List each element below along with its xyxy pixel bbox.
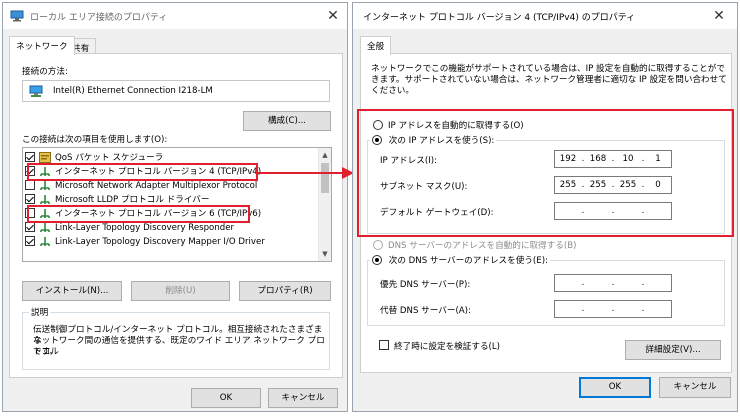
- intro-line-3: ください。: [371, 86, 414, 96]
- alternate-dns-label: 代替 DNS サーバー(A):: [380, 306, 471, 316]
- auto-dns-radio[interactable]: [373, 240, 383, 250]
- items-list-label: この接続は次の項目を使用します(O):: [22, 135, 168, 145]
- left-ok-button[interactable]: OK: [191, 388, 261, 408]
- description-caption: 説明: [29, 306, 51, 318]
- left-titlebar: ローカル エリア接続のプロパティ ✕: [3, 3, 347, 29]
- alternate-dns-field[interactable]: . . .: [554, 300, 672, 318]
- ipv6-item-highlight: [27, 205, 250, 223]
- tab-general[interactable]: 全般: [360, 36, 392, 55]
- left-close-icon[interactable]: ✕: [323, 7, 343, 25]
- validate-on-exit-checkbox[interactable]: [379, 340, 389, 350]
- right-titlebar: インターネット プロトコル バージョン 4 (TCP/IPv4) のプロパティ …: [353, 3, 737, 29]
- network-protocol-icon: [40, 195, 50, 204]
- item-checkbox[interactable]: [25, 222, 35, 232]
- description-line-2: ネットワーク間の通信を提供する、既定のワイド エリア ネットワーク プロトコル: [33, 336, 325, 357]
- network-connection-icon: [10, 10, 24, 22]
- list-item[interactable]: Link-Layer Topology Discovery Responder: [25, 221, 315, 235]
- adapter-box: Intel(R) Ethernet Connection I218-LM: [22, 80, 330, 102]
- preferred-dns-field[interactable]: . . .: [554, 274, 672, 292]
- description-group: 説明 伝送制御プロトコル/インターネット プロトコル。相互接続されたさまざまな …: [22, 306, 330, 370]
- validate-on-exit-label[interactable]: 終了時に設定を検証する(L): [394, 340, 500, 352]
- network-protocol-icon: [40, 223, 50, 232]
- right-dialog-title: インターネット プロトコル バージョン 4 (TCP/IPv4) のプロパティ: [363, 13, 636, 23]
- left-dialog-title: ローカル エリア接続のプロパティ: [30, 13, 168, 23]
- uninstall-button[interactable]: 削除(U): [131, 281, 230, 301]
- ip-settings-highlight: [357, 109, 734, 237]
- right-cancel-button[interactable]: キャンセル: [659, 377, 731, 398]
- manual-dns-caption[interactable]: 次の DNS サーバーのアドレスを使う(E):: [370, 253, 550, 266]
- manual-dns-label[interactable]: 次の DNS サーバーのアドレスを使う(E):: [389, 256, 548, 266]
- description-line-3: です。: [33, 347, 58, 357]
- advanced-button[interactable]: 詳細設定(V)...: [625, 340, 721, 360]
- item-label: Microsoft Network Adapter Multiplexor Pr…: [55, 181, 258, 191]
- install-button[interactable]: インストール(N)...: [22, 281, 122, 301]
- item-label: Link-Layer Topology Discovery Responder: [55, 223, 235, 233]
- tab-network[interactable]: ネットワーク: [9, 36, 75, 55]
- ipv4-item-highlight: [27, 163, 258, 181]
- intro-line-1: ネットワークでこの機能がサポートされている場合は、IP 設定を自動的に取得するこ…: [371, 64, 725, 74]
- item-checkbox[interactable]: [25, 152, 35, 162]
- item-checkbox[interactable]: [25, 180, 35, 190]
- right-close-icon[interactable]: ✕: [709, 7, 729, 25]
- preferred-dns-label: 優先 DNS サーバー(P):: [380, 280, 471, 290]
- item-label: Link-Layer Topology Discovery Mapper I/O…: [55, 237, 265, 247]
- intro-line-2: きます。サポートされていない場合は、ネットワーク管理者に適切な IP 設定を問い…: [371, 75, 727, 85]
- configure-button[interactable]: 構成(C)...: [243, 111, 331, 131]
- connect-using-label: 接続の方法:: [22, 67, 68, 77]
- manual-dns-radio[interactable]: [372, 255, 382, 265]
- qos-scheduler-icon: [39, 152, 51, 163]
- annotation-arrow-icon: [258, 167, 354, 179]
- properties-button[interactable]: プロパティ(R): [239, 281, 331, 301]
- network-protocol-icon: [40, 237, 50, 246]
- left-cancel-button[interactable]: キャンセル: [268, 388, 338, 408]
- scroll-up-icon[interactable]: ▲: [319, 149, 331, 161]
- item-checkbox[interactable]: [25, 194, 35, 204]
- dns-settings-group: 次の DNS サーバーのアドレスを使う(E): 優先 DNS サーバー(P): …: [367, 253, 725, 326]
- item-checkbox[interactable]: [25, 236, 35, 246]
- scroll-down-icon[interactable]: ▼: [319, 248, 331, 260]
- network-adapter-icon: [29, 85, 43, 97]
- network-protocol-icon: [40, 181, 50, 190]
- auto-dns-label[interactable]: DNS サーバーのアドレスを自動的に取得する(B): [388, 239, 576, 251]
- list-item[interactable]: Link-Layer Topology Discovery Mapper I/O…: [25, 235, 315, 249]
- adapter-name: Intel(R) Ethernet Connection I218-LM: [53, 86, 213, 96]
- right-ok-button[interactable]: OK: [579, 377, 651, 398]
